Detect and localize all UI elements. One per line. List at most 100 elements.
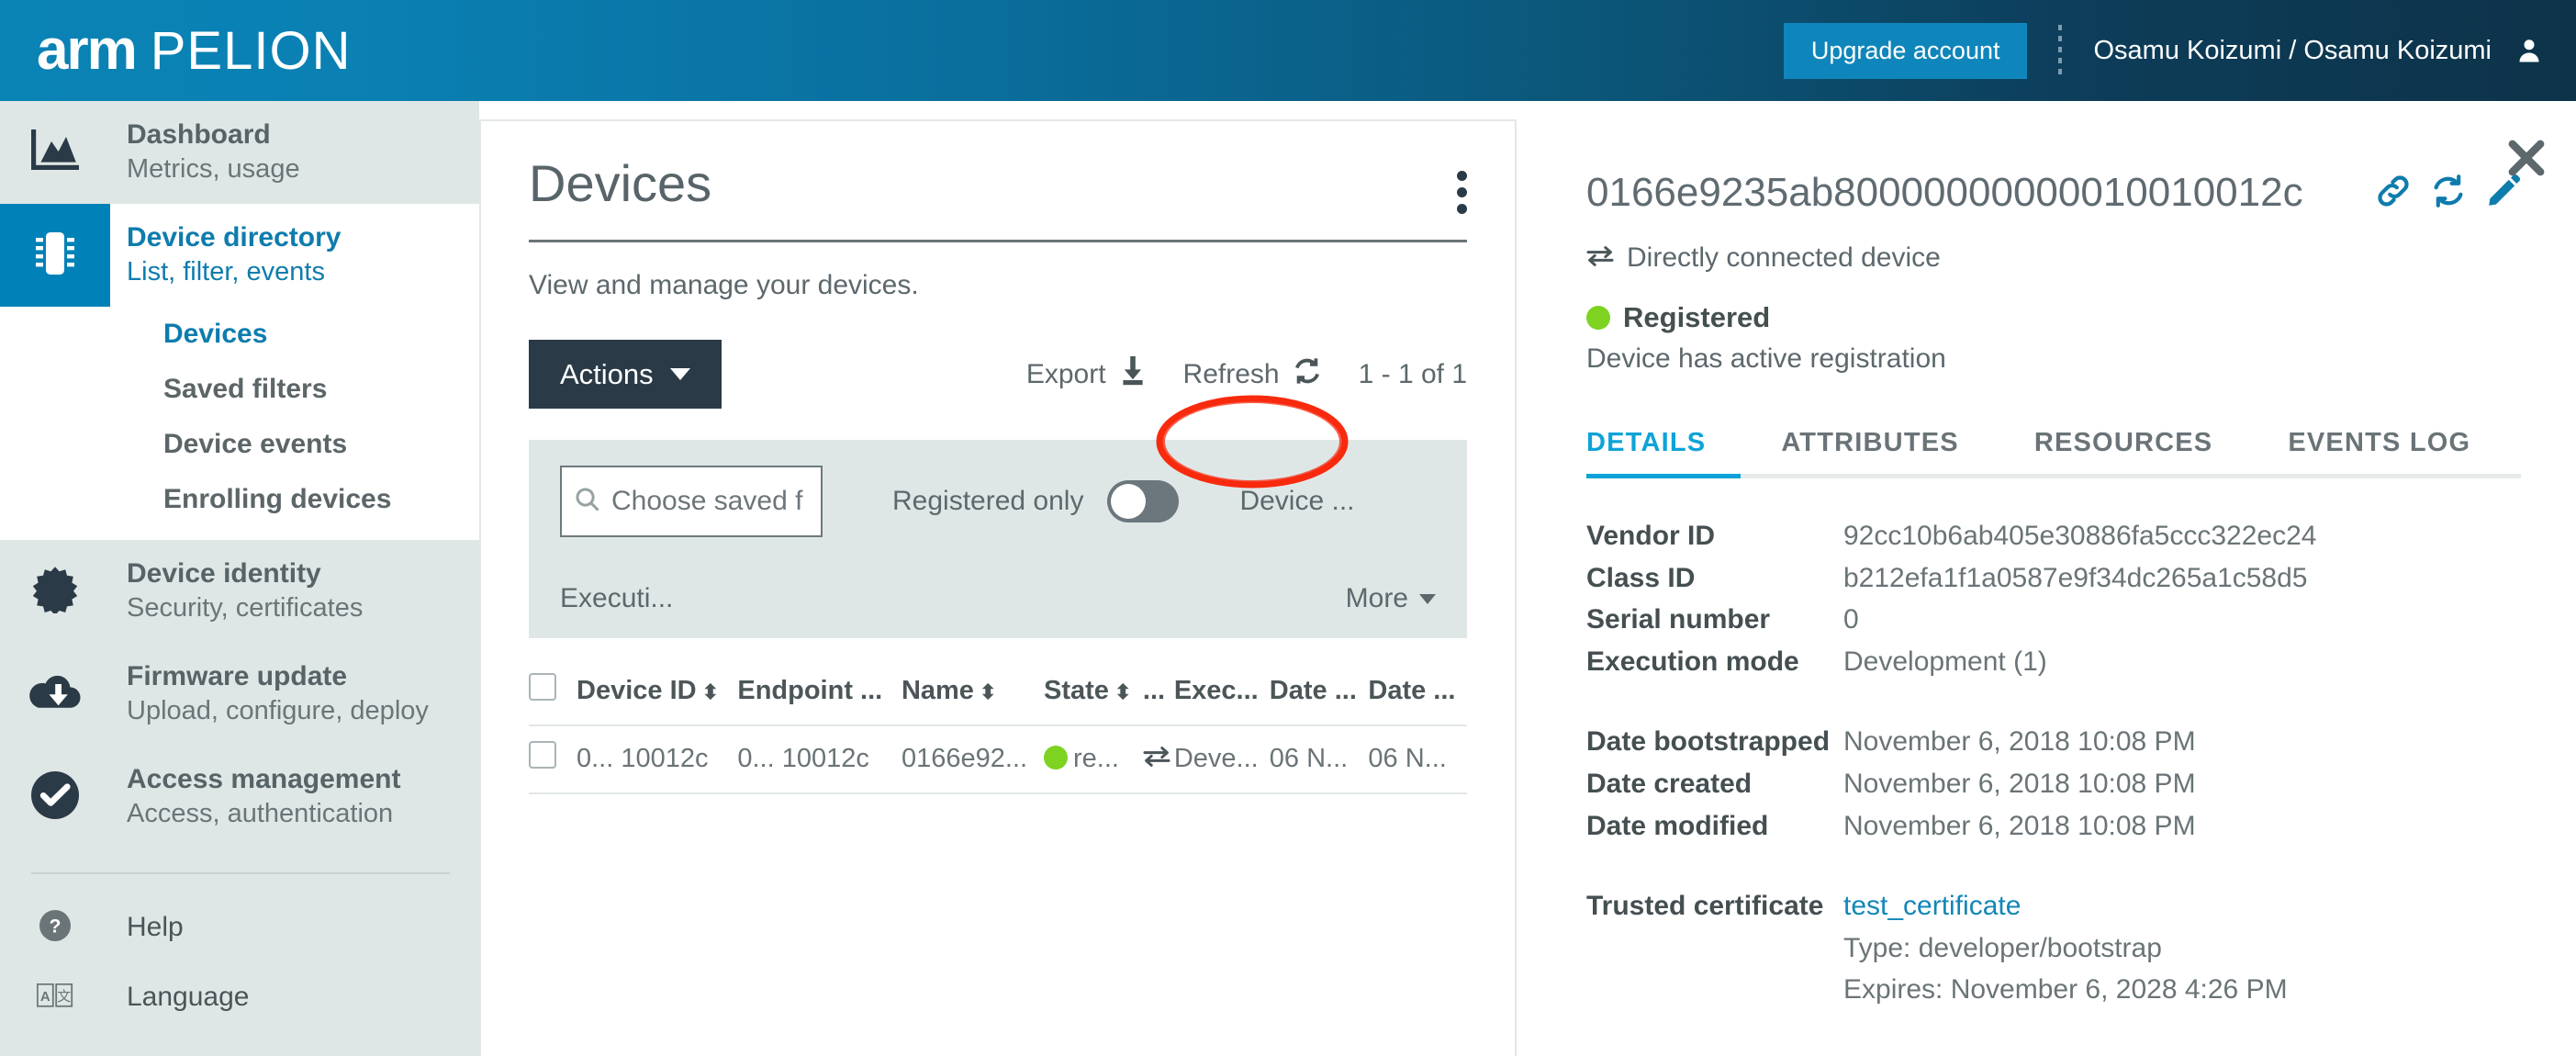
details-fields-group-2: Date bootstrapped November 6, 2018 10:08… — [1586, 721, 2521, 847]
sync-icon[interactable] — [2431, 174, 2466, 213]
registered-only-toggle[interactable] — [1107, 480, 1180, 522]
field-value: 92cc10b6ab405e30886fa5ccc322ec24 — [1843, 521, 2317, 551]
sidebar-item-firmware-update[interactable]: Firmware update Upload, configure, deplo… — [0, 643, 479, 746]
link-icon[interactable] — [2376, 174, 2411, 213]
sort-icon: ⬍ — [979, 680, 997, 703]
sidebar-item-subtitle: Security, certificates — [127, 592, 364, 623]
cell-name: 0166e92... — [901, 725, 1045, 794]
tab-resources[interactable]: RESOURCES — [2034, 411, 2213, 478]
search-input[interactable]: Choose saved f — [611, 486, 802, 517]
certificate-expires: Expires: November 6, 2028 4:26 PM — [1843, 974, 2288, 1005]
field-value: November 6, 2018 10:08 PM — [1843, 768, 2196, 799]
sidebar-icon-rail: A 文 — [0, 983, 110, 1012]
filter-row-primary: Choose saved f Registered only Device ..… — [560, 466, 1436, 537]
exchange-icon — [1586, 242, 1614, 274]
sidebar-text-group: Device identity Security, certificates — [110, 556, 363, 625]
sidebar-item-title: Access management — [127, 764, 401, 795]
sidebar-item-label: Language — [127, 982, 250, 1012]
sidebar-item-device-directory[interactable]: Device directory List, filter, events — [0, 204, 479, 307]
tab-details[interactable]: DETAILS — [1586, 411, 1706, 478]
upgrade-account-button[interactable]: Upgrade account — [1783, 22, 2028, 79]
refresh-button[interactable]: Refresh — [1183, 356, 1322, 393]
toolbar-right-group: Export Refresh 1 - 1 of 1 — [1025, 355, 1467, 393]
detail-tabs: DETAILS ATTRIBUTES RESOURCES EVENTS LOG — [1586, 411, 2521, 478]
saved-filter-search-box[interactable]: Choose saved f — [560, 466, 823, 537]
tab-attributes[interactable]: ATTRIBUTES — [1781, 411, 1959, 478]
sidebar-item-subtitle: List, filter, events — [127, 256, 325, 286]
detail-field: Class ID b212efa1f1a0587e9f34dc265a1c58d… — [1586, 557, 2521, 600]
table-row[interactable]: 0... 10012c 0... 10012c 0166e92... re... — [529, 725, 1467, 794]
export-label: Export — [1025, 358, 1106, 389]
export-button[interactable]: Export — [1025, 355, 1147, 393]
header-divider — [2058, 25, 2063, 76]
sidebar-icon-rail: ? — [0, 909, 110, 946]
sidebar-text-group: Dashboard Metrics, usage — [110, 118, 300, 186]
more-filters-button[interactable]: More — [1346, 583, 1436, 614]
check-circle-icon — [31, 770, 79, 824]
cell-state: re... — [1044, 725, 1143, 794]
column-label: Device ID — [577, 675, 697, 705]
more-label: More — [1345, 583, 1408, 613]
sort-icon: ⬍ — [701, 680, 720, 703]
field-key: Vendor ID — [1586, 521, 1716, 551]
column-execution-mode[interactable]: Exec... — [1174, 660, 1270, 725]
sidebar-text-group: Access management Access, authentication — [110, 762, 400, 831]
sidebar-subitem-device-events[interactable]: Device events — [0, 417, 479, 472]
field-value: Development (1) — [1843, 646, 2047, 677]
sidebar-item-access-management[interactable]: Access management Access, authentication — [0, 746, 479, 848]
tab-events-log[interactable]: EVENTS LOG — [2288, 411, 2470, 478]
field-key: Date bootstrapped — [1586, 726, 1831, 758]
search-icon — [575, 487, 600, 517]
sidebar-item-dashboard[interactable]: Dashboard Metrics, usage — [0, 101, 479, 204]
app-root: arm PELION Upgrade account Osamu Koizumi… — [0, 0, 2576, 1056]
column-date-2[interactable]: Date ... — [1368, 660, 1467, 725]
field-key: Class ID — [1586, 562, 1696, 593]
sidebar-text-group: Device directory List, filter, events — [110, 220, 341, 289]
certificate-link[interactable]: test_certificate — [1843, 891, 2021, 921]
column-state[interactable]: State ⬍ — [1044, 660, 1143, 725]
column-endpoint[interactable]: Endpoint ... — [737, 660, 902, 725]
sidebar-item-subtitle: Metrics, usage — [127, 153, 300, 184]
execution-filter-dropdown[interactable]: Executi... — [560, 583, 673, 614]
toggle-knob — [1111, 484, 1147, 519]
person-icon — [2515, 35, 2543, 66]
row-select-cell — [529, 725, 577, 794]
field-value: November 6, 2018 10:08 PM — [1843, 726, 2196, 758]
brand-logo[interactable]: arm PELION — [37, 22, 352, 79]
sidebar-subitem-enrolling-devices[interactable]: Enrolling devices — [0, 472, 479, 527]
close-icon[interactable] — [2506, 138, 2547, 183]
column-label: Exec... — [1173, 675, 1259, 705]
refresh-label: Refresh — [1182, 358, 1280, 389]
column-date-1[interactable]: Date ... — [1270, 660, 1369, 725]
cell-connection — [1142, 725, 1174, 794]
sidebar-item-title: Firmware update — [127, 661, 348, 692]
page-subtitle: View and manage your devices. — [529, 270, 919, 300]
filter-row-secondary: Executi... More — [560, 583, 1436, 614]
actions-button[interactable]: Actions — [529, 340, 722, 409]
chip-icon — [32, 230, 78, 282]
select-all-checkbox[interactable] — [529, 673, 556, 701]
certificate-value-group: test_certificate Type: developer/bootstr… — [1843, 885, 2288, 1011]
sidebar-subitem-devices[interactable]: Devices — [0, 307, 479, 362]
sidebar-item-help[interactable]: ? Help — [0, 893, 479, 962]
device-filter-dropdown[interactable]: Device ... — [1239, 486, 1354, 517]
sidebar-subnav: Devices Saved filters Device events Enro… — [0, 307, 479, 540]
detail-field: Date created November 6, 2018 10:08 PM — [1586, 763, 2521, 805]
sidebar-item-subtitle: Access, authentication — [127, 798, 394, 828]
field-key: Serial number — [1586, 604, 1771, 635]
sort-icon: ⬍ — [1114, 680, 1132, 703]
column-label: Name — [901, 675, 974, 705]
column-name[interactable]: Name ⬍ — [902, 660, 1044, 725]
column-device-id[interactable]: Device ID ⬍ — [577, 660, 737, 725]
kebab-menu-icon[interactable] — [1457, 158, 1467, 214]
row-checkbox[interactable] — [529, 741, 556, 769]
cell-state-label: re... — [1073, 743, 1119, 773]
account-menu[interactable]: Osamu Koizumi / Osamu Koizumi — [2093, 35, 2543, 66]
field-value: b212efa1f1a0587e9f34dc265a1c58d5 — [1843, 562, 2308, 593]
detail-field: Serial number 0 — [1586, 599, 2521, 641]
exchange-icon — [1143, 744, 1170, 773]
column-connection[interactable]: ... — [1143, 660, 1174, 725]
sidebar-item-language[interactable]: A 文 Language — [0, 962, 479, 1032]
sidebar-subitem-saved-filters[interactable]: Saved filters — [0, 362, 479, 417]
sidebar-item-device-identity[interactable]: Device identity Security, certificates — [0, 540, 479, 643]
